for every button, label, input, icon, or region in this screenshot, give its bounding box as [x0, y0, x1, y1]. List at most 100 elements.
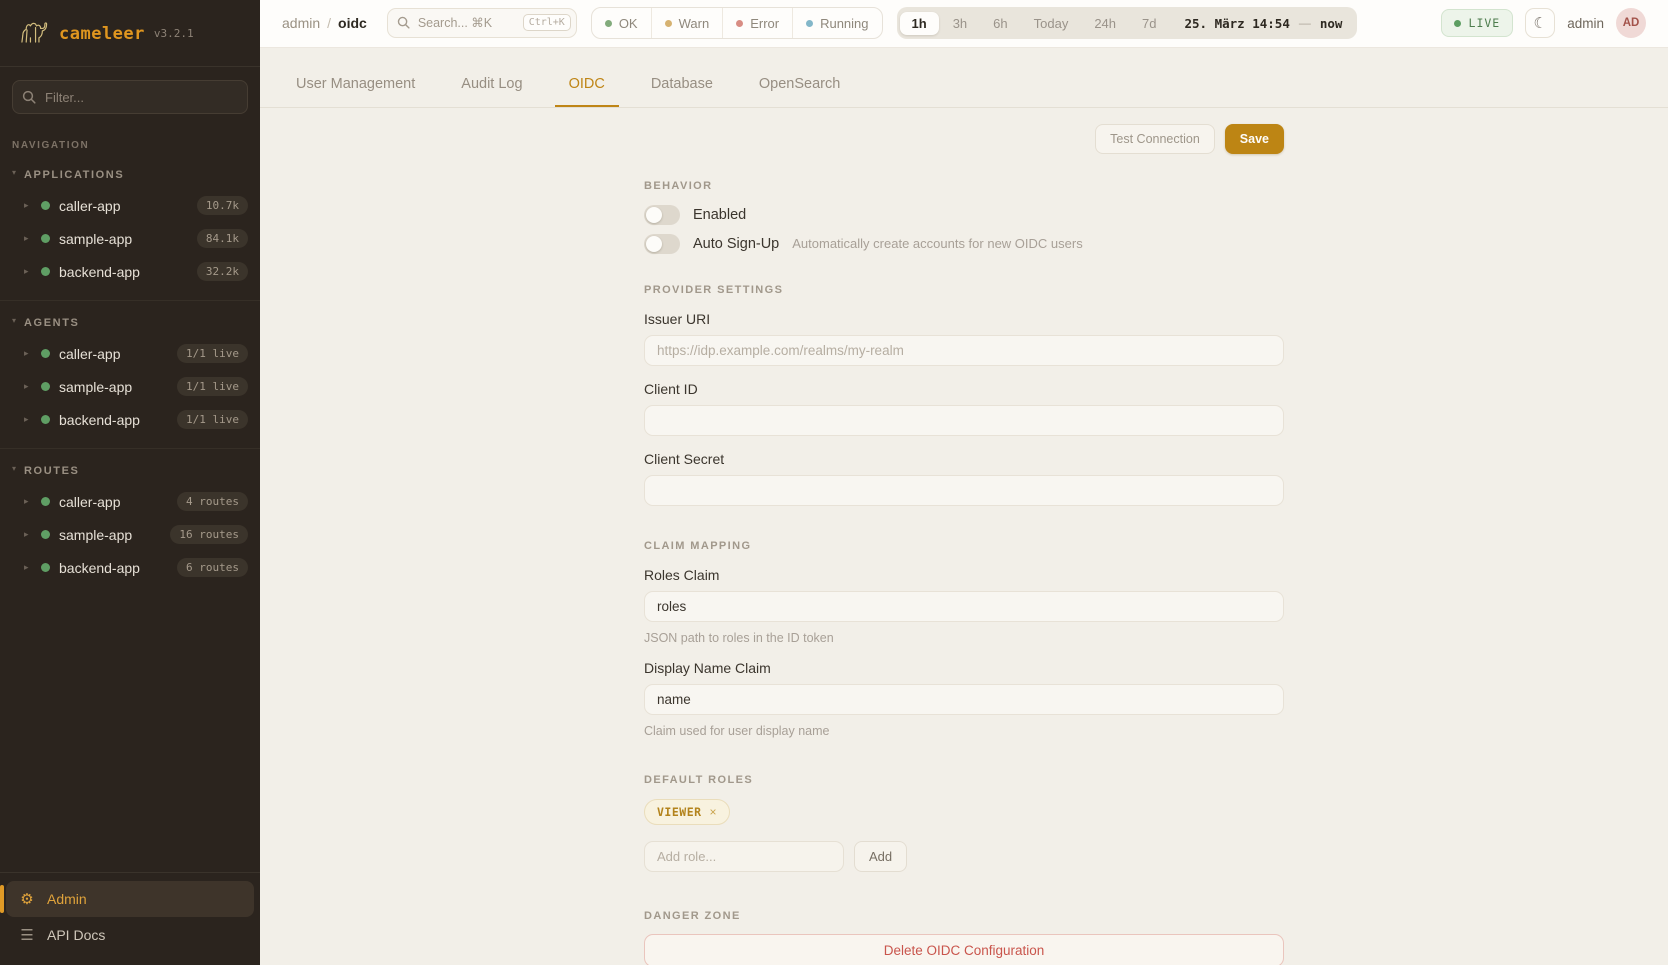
status-dot [41, 201, 50, 210]
tab-user-management[interactable]: User Management [282, 64, 429, 107]
sidebar-item-app-backend[interactable]: ▸ backend-app 32.2k [0, 255, 260, 288]
tab-opensearch[interactable]: OpenSearch [745, 64, 854, 107]
routes-badge: 4 routes [177, 492, 248, 511]
sidebar-item-admin[interactable]: ⚙ Admin [6, 881, 254, 917]
chevron-down-icon: ▾ [12, 317, 16, 325]
sidebar-item-routes-backend[interactable]: ▸ backend-app 6 routes [0, 551, 260, 584]
app-root: cameleer v3.2.1 NAVIGATION ▾ APPLICATION… [0, 0, 1668, 965]
status-filter-ok[interactable]: OK [592, 8, 651, 38]
status-dot [41, 349, 50, 358]
status-dot [41, 267, 50, 276]
chevron-right-icon: ▸ [24, 381, 32, 392]
avatar[interactable]: AD [1616, 8, 1646, 38]
routes-badge: 16 routes [170, 525, 248, 544]
status-dot [41, 382, 50, 391]
time-from: 25. März 14:54 [1185, 16, 1290, 31]
time-range-today[interactable]: Today [1022, 12, 1081, 35]
count-badge: 10.7k [197, 196, 248, 215]
main-area: admin / oidc Ctrl+K OK Warn [260, 0, 1668, 965]
sidebar-item-routes-sample[interactable]: ▸ sample-app 16 routes [0, 518, 260, 551]
app-version: v3.2.1 [154, 27, 194, 40]
client-secret-input[interactable] [644, 475, 1284, 506]
moon-icon: ☾ [1533, 14, 1546, 32]
roles-claim-input[interactable] [644, 591, 1284, 622]
display-name-claim-input[interactable] [644, 684, 1284, 715]
group-header-agents[interactable]: ▾ AGENTS [0, 311, 260, 337]
ok-dot [605, 20, 612, 27]
test-connection-button[interactable]: Test Connection [1095, 124, 1215, 154]
nav-group-routes: ▾ ROUTES ▸ caller-app 4 routes ▸ sample-… [0, 448, 260, 596]
time-range-6h[interactable]: 6h [981, 12, 1019, 35]
time-to: now [1320, 16, 1343, 31]
time-range-display: 25. März 14:54 — now [1171, 16, 1355, 31]
close-icon[interactable]: × [710, 806, 717, 818]
status-dot [41, 497, 50, 506]
status-filter-running[interactable]: Running [792, 8, 881, 38]
breadcrumb-page: oidc [338, 15, 367, 31]
add-role-input[interactable] [644, 841, 844, 872]
section-title-behavior: BEHAVIOR [644, 180, 1284, 192]
sidebar-item-agent-caller[interactable]: ▸ caller-app 1/1 live [0, 337, 260, 370]
add-role-row: Add [644, 841, 1284, 872]
section-title-provider: PROVIDER SETTINGS [644, 284, 1284, 296]
time-range-3h[interactable]: 3h [941, 12, 979, 35]
user-name: admin [1567, 16, 1604, 31]
top-header: admin / oidc Ctrl+K OK Warn [260, 0, 1668, 48]
auto-signup-toggle[interactable] [644, 234, 680, 254]
sidebar-filter [12, 80, 248, 114]
breadcrumb-section[interactable]: admin [282, 15, 320, 31]
status-dot [41, 234, 50, 243]
live-toggle[interactable]: LIVE [1441, 9, 1514, 37]
field-label-issuer-uri: Issuer URI [644, 311, 1284, 327]
group-header-applications[interactable]: ▾ APPLICATIONS [0, 163, 260, 189]
group-title: AGENTS [24, 317, 79, 329]
chevron-right-icon: ▸ [24, 233, 32, 244]
field-label-client-id: Client ID [644, 381, 1284, 397]
filter-input[interactable] [12, 80, 248, 114]
status-filter-error[interactable]: Error [722, 8, 792, 38]
status-filter-group: OK Warn Error Running [591, 7, 883, 39]
tab-database[interactable]: Database [637, 64, 727, 107]
sidebar-item-routes-caller[interactable]: ▸ caller-app 4 routes [0, 485, 260, 518]
time-range-24h[interactable]: 24h [1082, 12, 1128, 35]
field-label-client-secret: Client Secret [644, 451, 1284, 467]
breadcrumb-separator: / [327, 15, 331, 31]
action-row: Test Connection Save [644, 124, 1284, 154]
sidebar-item-app-caller[interactable]: ▸ caller-app 10.7k [0, 189, 260, 222]
sidebar-item-app-sample[interactable]: ▸ sample-app 84.1k [0, 222, 260, 255]
status-dot [41, 563, 50, 572]
delete-oidc-button[interactable]: Delete OIDC Configuration [644, 934, 1284, 965]
group-header-routes[interactable]: ▾ ROUTES [0, 459, 260, 485]
error-dot [736, 20, 743, 27]
live-dot [1454, 20, 1461, 27]
sidebar-footer: ⚙ Admin ☰ API Docs [0, 872, 260, 965]
enabled-toggle[interactable] [644, 205, 680, 225]
count-badge: 32.2k [197, 262, 248, 281]
save-button[interactable]: Save [1225, 124, 1284, 154]
sidebar-item-agent-sample[interactable]: ▸ sample-app 1/1 live [0, 370, 260, 403]
status-filter-warn[interactable]: Warn [651, 8, 723, 38]
time-range-7d[interactable]: 7d [1130, 12, 1168, 35]
client-id-input[interactable] [644, 405, 1284, 436]
status-dot [41, 415, 50, 424]
tab-audit-log[interactable]: Audit Log [447, 64, 536, 107]
toggle-hint: Automatically create accounts for new OI… [792, 236, 1082, 251]
chevron-right-icon: ▸ [24, 266, 32, 277]
toggle-row-auto-signup: Auto Sign-Up Automatically create accoun… [644, 234, 1284, 254]
nav-section-label: NAVIGATION [12, 140, 260, 151]
chevron-right-icon: ▸ [24, 414, 32, 425]
add-role-button[interactable]: Add [854, 841, 907, 872]
chevron-right-icon: ▸ [24, 562, 32, 573]
time-range-group: 1h 3h 6h Today 24h 7d 25. März 14:54 — n… [897, 7, 1358, 39]
live-label: LIVE [1469, 16, 1501, 30]
breadcrumb: admin / oidc [282, 15, 367, 31]
sidebar-item-agent-backend[interactable]: ▸ backend-app 1/1 live [0, 403, 260, 436]
role-chip-row: VIEWER × [644, 799, 1284, 825]
issuer-uri-input[interactable] [644, 335, 1284, 366]
warn-dot [665, 20, 672, 27]
theme-toggle-button[interactable]: ☾ [1525, 8, 1555, 38]
time-range-1h[interactable]: 1h [900, 12, 939, 35]
tab-oidc[interactable]: OIDC [555, 64, 619, 107]
sidebar-item-api-docs[interactable]: ☰ API Docs [6, 917, 254, 953]
toggle-knob [646, 236, 662, 252]
